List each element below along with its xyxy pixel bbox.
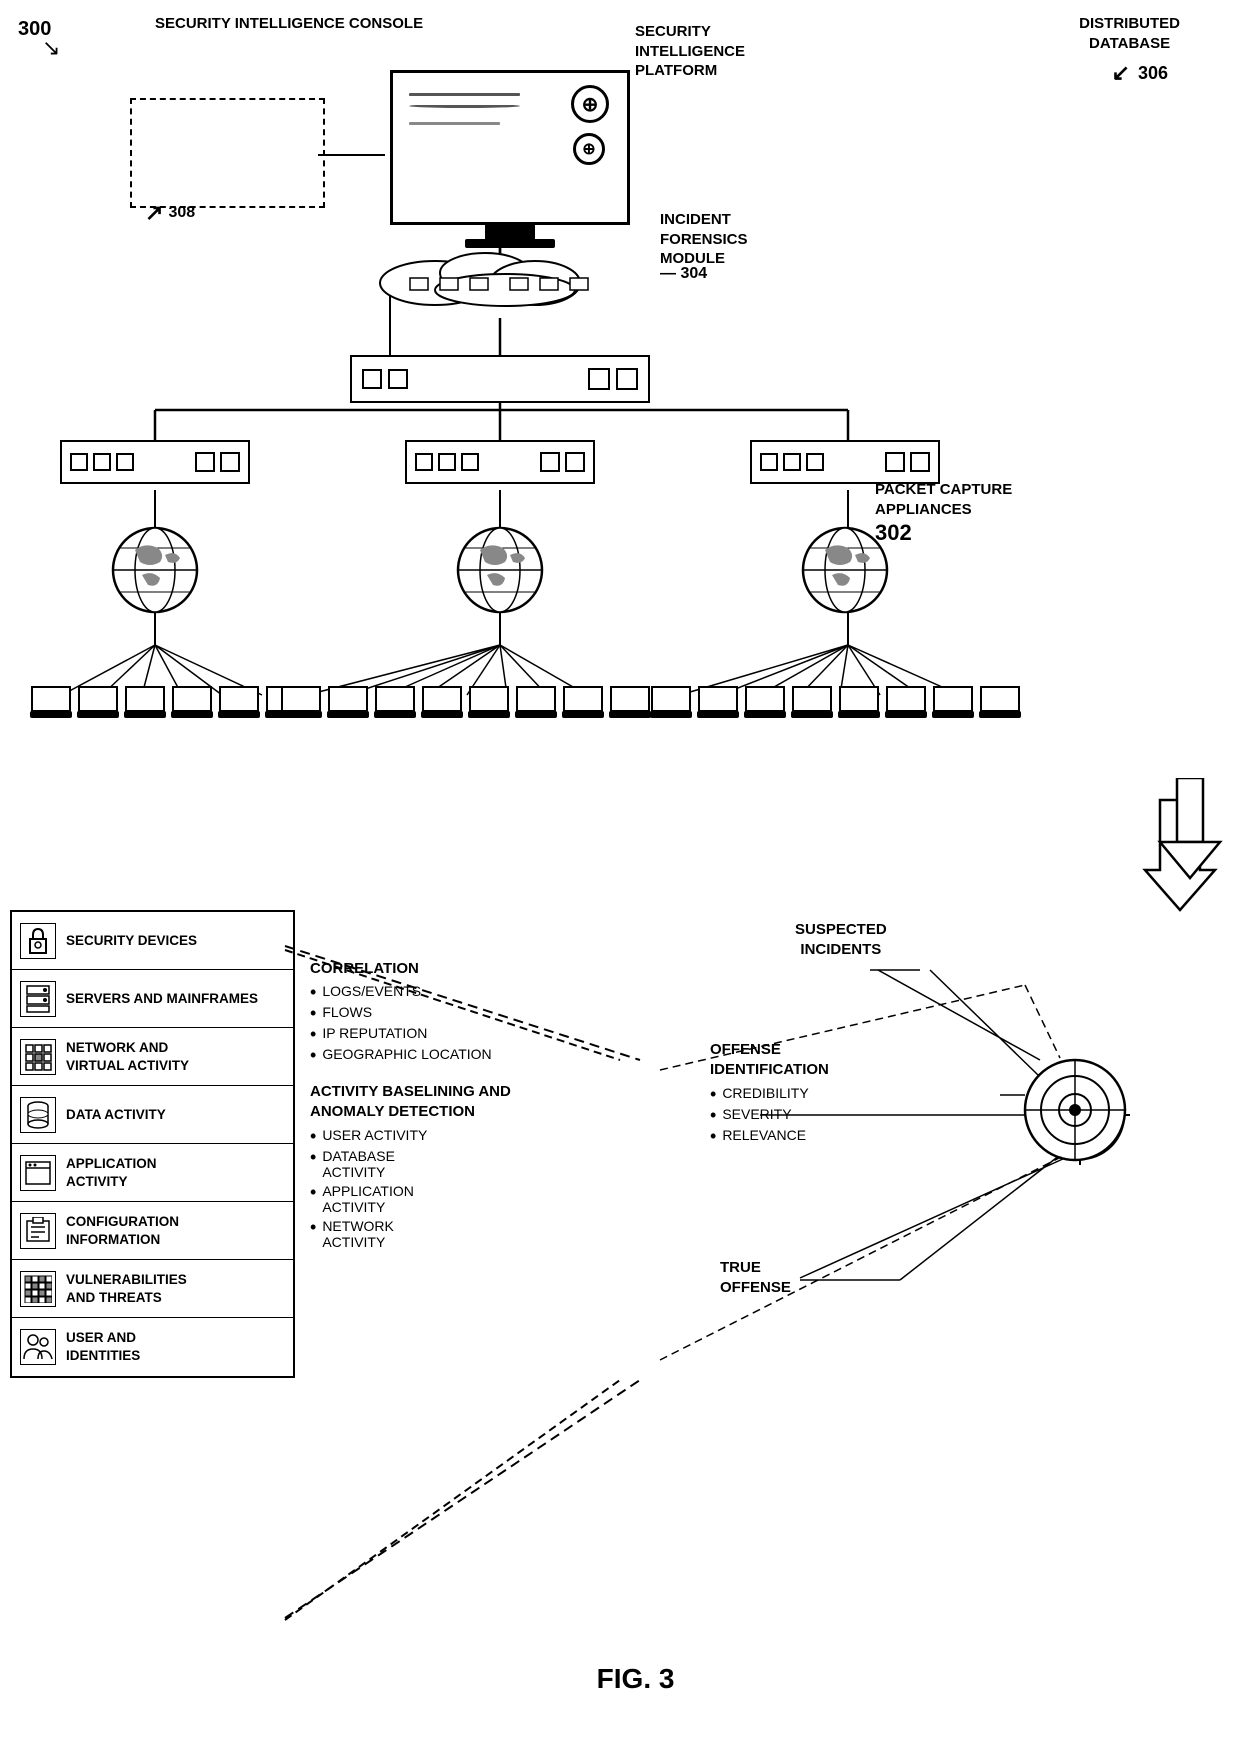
cat-config: CONFIGURATIONINFORMATION	[12, 1202, 293, 1260]
grid-icon	[20, 1039, 56, 1075]
suspected-incidents: SUSPECTEDINCIDENTS	[795, 920, 887, 959]
act-item-3: NETWORKACTIVITY	[322, 1218, 394, 1250]
laptops-center	[280, 685, 651, 720]
true-offense: TRUEOFFENSE	[720, 1258, 791, 1297]
offense-title: OFFENSEIDENTIFICATION	[710, 1040, 1010, 1079]
lock-icon	[20, 923, 56, 959]
act-item-1: DATABASEACTIVITY	[322, 1148, 395, 1180]
dist-db-label: DISTRIBUTEDDATABASE	[1079, 14, 1180, 53]
pca-label: PACKET CAPTUREAPPLIANCES	[875, 480, 1012, 519]
sic-label: SECURITY INTELLIGENCE CONSOLE	[155, 14, 423, 34]
off-item-0: CREDIBILITY	[722, 1085, 808, 1101]
laptops-right	[650, 685, 1021, 720]
corr-item-1: FLOWS	[322, 1004, 372, 1020]
sip-monitor: ⊕ ⊕	[390, 70, 630, 248]
cat-security-devices-label: SECURITY DEVICES	[66, 932, 197, 950]
router-right	[750, 440, 940, 484]
act-item-0: USER ACTIVITY	[322, 1127, 427, 1143]
sip-label: SECURITYINTELLIGENCEPLATFORM	[635, 22, 745, 81]
corr-item-0: LOGS/EVENTS	[322, 983, 421, 999]
ifm-device	[355, 248, 655, 308]
down-arrow	[1155, 778, 1225, 883]
corr-item-2: IP REPUTATION	[322, 1025, 427, 1041]
diagram-id-arrow: ↘	[42, 35, 60, 61]
correlation-title: CORRELATION	[310, 960, 670, 977]
activity-title: ACTIVITY BASELINING ANDANOMALY DETECTION	[310, 1082, 670, 1121]
router-left	[60, 440, 250, 484]
correlation-block: CORRELATION • LOGS/EVENTS • FLOWS • IP R…	[310, 960, 670, 1253]
cat-network: NETWORK ANDVIRTUAL ACTIVITY	[12, 1028, 293, 1086]
people-icon	[20, 1329, 56, 1365]
cat-data-label: DATA ACTIVITY	[66, 1106, 166, 1124]
cylinder-icon	[20, 1097, 56, 1133]
off-item-2: RELEVANCE	[722, 1127, 806, 1143]
fig-label: FIG. 3	[597, 1663, 675, 1695]
router-center	[405, 440, 595, 484]
ifm-label: INCIDENTFORENSICSMODULE	[660, 210, 748, 269]
cat-application: APPLICATIONACTIVITY	[12, 1144, 293, 1202]
globe-center	[425, 520, 575, 615]
cat-data: DATA ACTIVITY	[12, 1086, 293, 1144]
laptops-left	[30, 685, 307, 720]
main-router	[350, 355, 650, 403]
console-box	[130, 98, 325, 208]
cat-servers-label: SERVERS AND MAINFRAMES	[66, 990, 258, 1008]
cat-users-label: USER ANDIDENTITIES	[66, 1329, 140, 1364]
act-item-2: APPLICATIONACTIVITY	[322, 1183, 414, 1215]
cat-vuln: VULNERABILITIESAND THREATS	[12, 1260, 293, 1318]
cat-servers: SERVERS AND MAINFRAMES	[12, 970, 293, 1028]
cat-application-label: APPLICATIONACTIVITY	[66, 1155, 157, 1190]
cat-network-label: NETWORK ANDVIRTUAL ACTIVITY	[66, 1039, 189, 1074]
cat-users: USER ANDIDENTITIES	[12, 1318, 293, 1376]
bullseye	[1020, 1055, 1130, 1165]
corr-item-3: GEOGRAPHIC LOCATION	[322, 1046, 491, 1062]
shield-grid-icon	[20, 1271, 56, 1307]
offense-block: OFFENSEIDENTIFICATION • CREDIBILITY • SE…	[710, 1040, 1010, 1148]
cat-security-devices: SECURITY DEVICES	[12, 912, 293, 970]
categories-box: SECURITY DEVICES SERVERS AND MAINFRAMES	[10, 910, 295, 1378]
window-icon	[20, 1155, 56, 1191]
cat-config-label: CONFIGURATIONINFORMATION	[66, 1213, 179, 1248]
dist-db-number: ↙ 306	[1112, 60, 1168, 86]
console-308-label: ↗ 308	[145, 200, 195, 226]
ifm-number: — 304	[660, 265, 707, 283]
cat-vuln-label: VULNERABILITIESAND THREATS	[66, 1271, 187, 1306]
config-icon	[20, 1213, 56, 1249]
globe-left	[80, 520, 230, 615]
server-icon	[20, 981, 56, 1017]
off-item-1: SEVERITY	[722, 1106, 791, 1122]
diagram-container: 300 ↘ SECURITY INTELLIGENCE CONSOLE SECU…	[0, 0, 1240, 1743]
globe-right	[770, 520, 920, 615]
